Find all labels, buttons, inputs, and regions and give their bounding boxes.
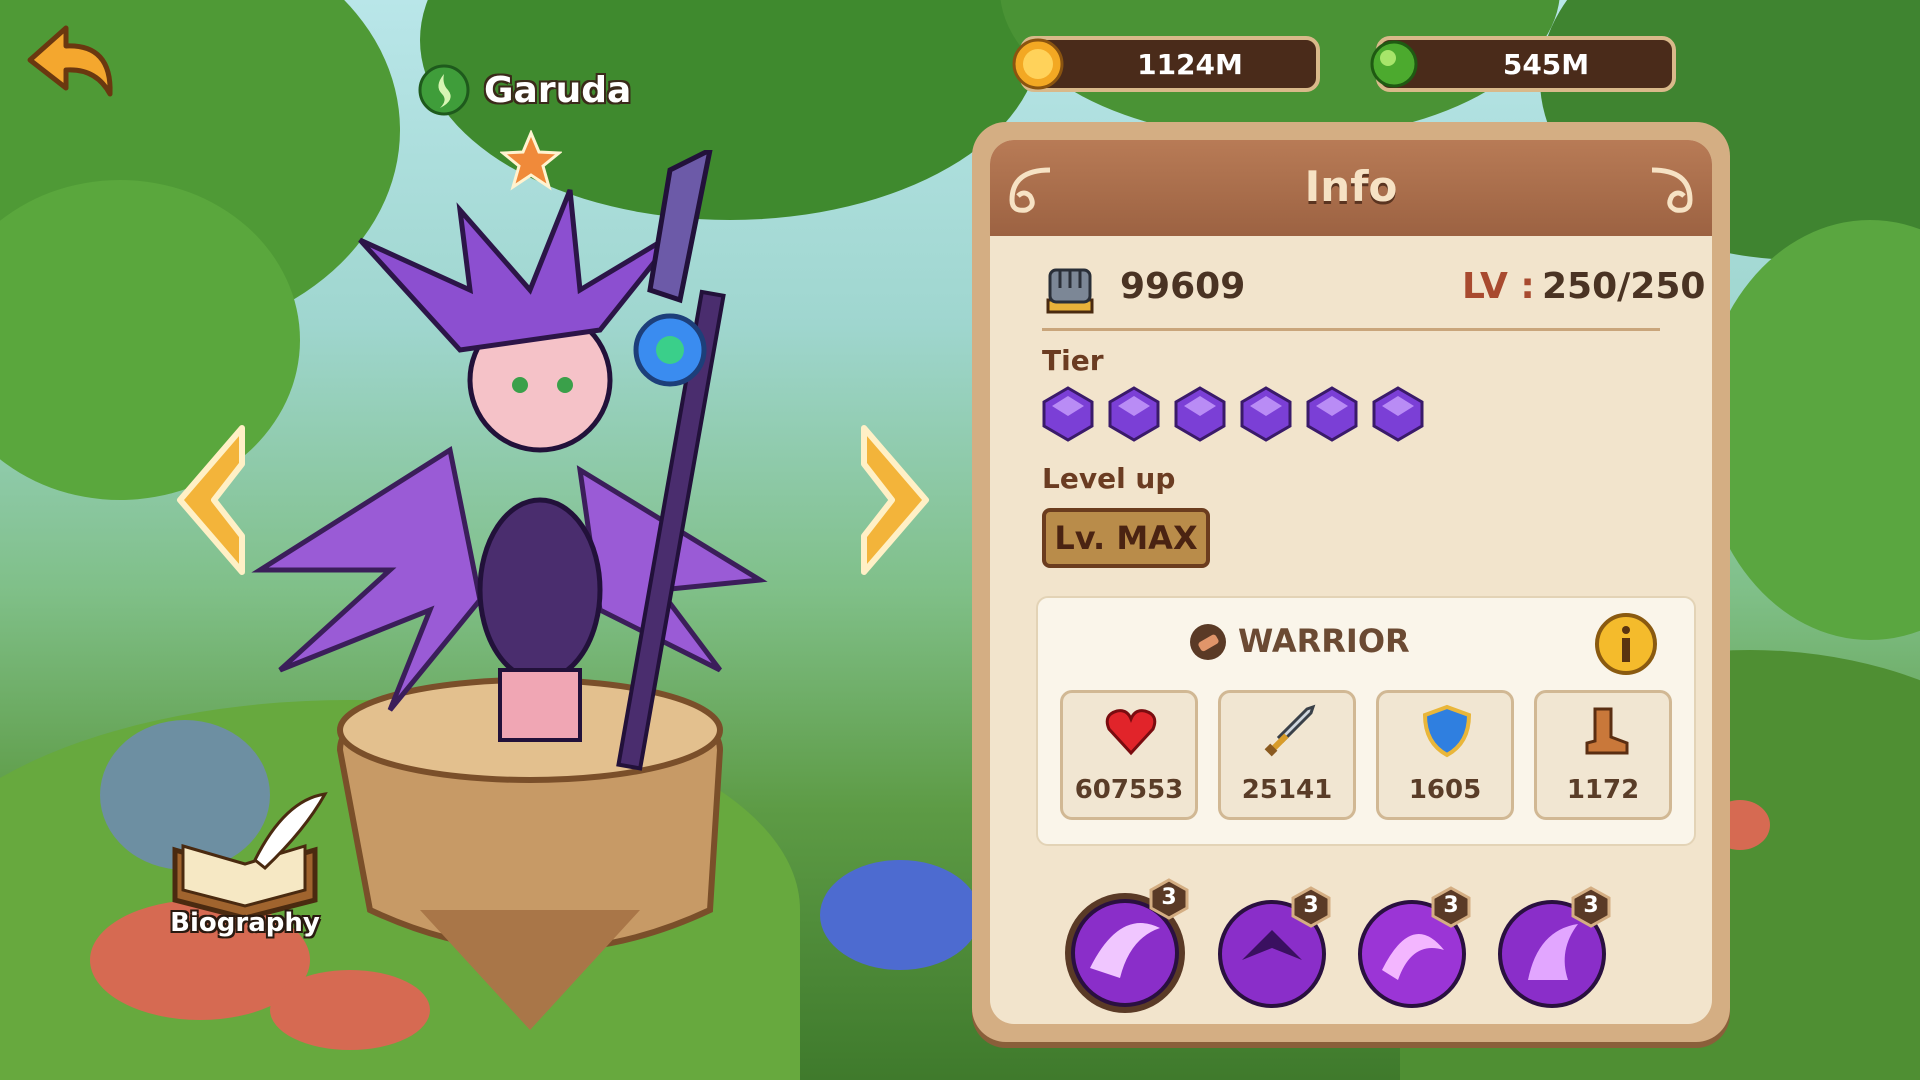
hero-info-panel: Info 99609 LV : 250/250 Tier Level up Lv… bbox=[972, 122, 1730, 1042]
level-value: 250/250 bbox=[1542, 266, 1706, 307]
shield-icon bbox=[1422, 704, 1472, 758]
skill-level: 3 bbox=[1443, 893, 1459, 918]
tier-gem-icon bbox=[1240, 386, 1292, 442]
gold-value: 1124M bbox=[1137, 47, 1243, 81]
tier-gems bbox=[1042, 386, 1424, 442]
green-orb-counter[interactable]: 545M bbox=[1370, 36, 1676, 92]
level-max-button[interactable]: Lv. MAX bbox=[1042, 508, 1210, 568]
tier-gem-icon bbox=[1174, 386, 1226, 442]
sword-icon bbox=[1264, 704, 1316, 757]
armor-value: 1605 bbox=[1408, 775, 1482, 805]
power-fist-icon bbox=[1046, 268, 1094, 314]
skill-level: 3 bbox=[1583, 893, 1599, 918]
health-value: 607553 bbox=[1074, 775, 1184, 805]
tier-gem-icon bbox=[1372, 386, 1424, 442]
skill-level-badge: 3 bbox=[1570, 886, 1612, 928]
skill-level: 3 bbox=[1161, 885, 1177, 910]
attack-stat: 25141 bbox=[1218, 690, 1356, 820]
level-label: LV : bbox=[1462, 266, 1535, 307]
power-row: 99609 LV : 250/250 bbox=[1042, 252, 1705, 324]
hero-name: Garuda bbox=[484, 69, 632, 111]
tier-label: Tier bbox=[1042, 344, 1104, 377]
hero-name-header: Garuda bbox=[418, 62, 631, 118]
back-arrow-icon bbox=[27, 25, 113, 97]
boot-icon bbox=[1585, 707, 1629, 755]
corner-ornament-icon bbox=[1009, 167, 1051, 213]
class-name: WARRIOR bbox=[1238, 622, 1410, 660]
skill-level-badge: 3 bbox=[1290, 886, 1332, 928]
divider bbox=[1042, 328, 1660, 331]
speed-value: 1172 bbox=[1566, 775, 1640, 805]
tier-gem-icon bbox=[1306, 386, 1358, 442]
skill-button-3[interactable]: 3 bbox=[1358, 886, 1471, 1008]
info-icon[interactable] bbox=[1594, 612, 1658, 676]
green-orb-value: 545M bbox=[1502, 47, 1590, 81]
heart-icon bbox=[1105, 709, 1157, 756]
speed-stat: 1172 bbox=[1534, 690, 1672, 820]
gold-counter[interactable]: 1124M bbox=[1012, 36, 1320, 92]
skill-button-1[interactable]: 3 bbox=[1060, 878, 1190, 1018]
biography-label: Biography bbox=[170, 908, 320, 938]
warrior-class-icon bbox=[1190, 624, 1226, 660]
skill-level: 3 bbox=[1303, 893, 1319, 918]
skill-button-2[interactable]: 3 bbox=[1218, 886, 1331, 1008]
tier-gem-icon bbox=[1042, 386, 1094, 442]
skill-level-badge: 3 bbox=[1148, 878, 1190, 920]
attack-value: 25141 bbox=[1241, 775, 1333, 805]
skill-level-badge: 3 bbox=[1430, 886, 1472, 928]
panel-header: Info bbox=[990, 140, 1712, 236]
hero-portrait bbox=[251, 150, 768, 1030]
panel-title: Info bbox=[1304, 162, 1398, 211]
armor-stat: 1605 bbox=[1376, 690, 1514, 820]
tier-gem-icon bbox=[1108, 386, 1160, 442]
levelup-label: Level up bbox=[1042, 462, 1176, 495]
class-stats-box: WARRIOR 607553 25141 1605 1172 bbox=[1036, 596, 1696, 846]
biography-button[interactable]: Biography bbox=[155, 790, 335, 950]
skill-button-4[interactable]: 3 bbox=[1498, 886, 1611, 1008]
back-button[interactable] bbox=[22, 22, 118, 102]
power-value: 99609 bbox=[1120, 266, 1246, 307]
nature-element-icon bbox=[418, 64, 470, 116]
corner-ornament-icon bbox=[1651, 167, 1693, 213]
book-quill-icon bbox=[172, 792, 328, 920]
health-stat: 607553 bbox=[1060, 690, 1198, 820]
